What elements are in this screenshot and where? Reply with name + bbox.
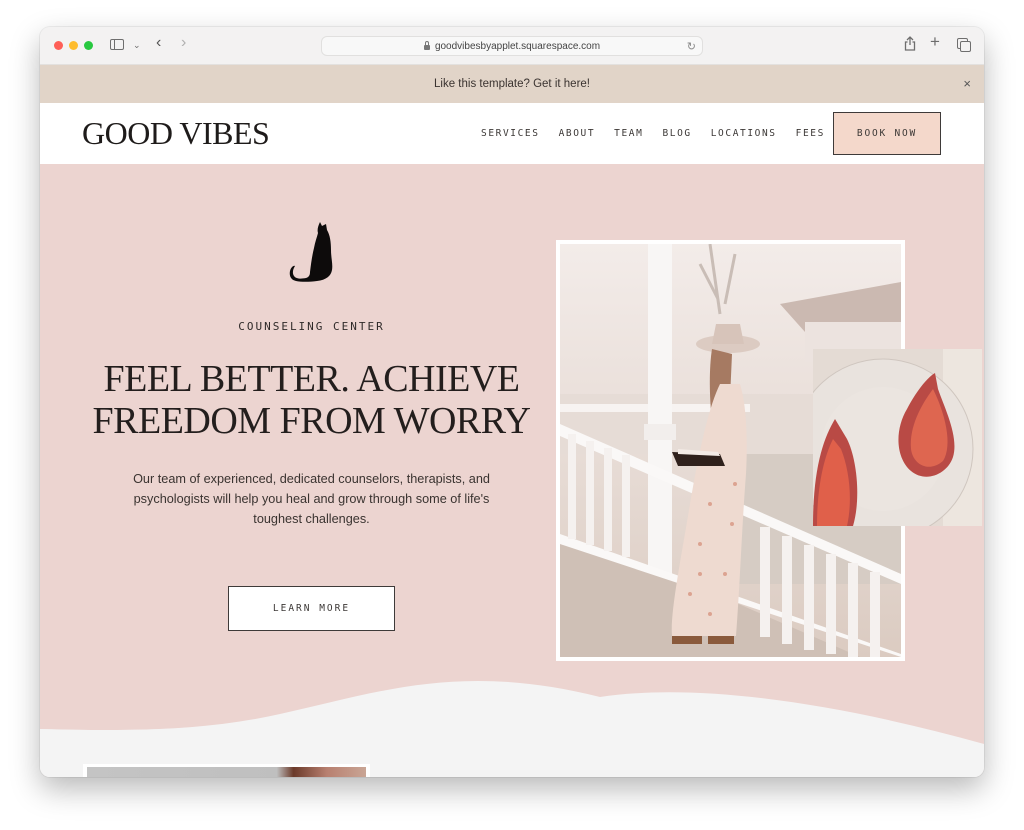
site-logo[interactable]: GOOD VIBES	[82, 115, 270, 152]
browser-toolbar: ⌄ ‹ › goodvibesbyapplet.squarespace.com …	[40, 27, 984, 65]
lock-icon	[423, 40, 430, 50]
wave-divider	[40, 680, 984, 777]
sidebar-toggle-icon[interactable]	[110, 39, 124, 50]
headline-line-2: FREEDOM FROM WORRY	[92, 400, 531, 442]
browser-window: ⌄ ‹ › goodvibesbyapplet.squarespace.com …	[40, 27, 984, 777]
hero-description: Our team of experienced, dedicated couns…	[133, 472, 490, 526]
headline-line-1: FEEL BETTER. ACHIEVE	[103, 358, 520, 400]
announcement-link[interactable]: Like this template? Get it here!	[434, 78, 590, 90]
figs-illustration	[813, 349, 982, 526]
back-icon[interactable]: ‹	[156, 35, 161, 51]
tab-overview-icon[interactable]	[957, 38, 971, 52]
main-nav: SERVICES ABOUT TEAM BLOG LOCATIONS FEES	[481, 103, 844, 164]
nav-team[interactable]: TEAM	[614, 128, 643, 139]
site-header: GOOD VIBES SERVICES ABOUT TEAM BLOG LOCA…	[40, 103, 984, 164]
share-icon[interactable]	[904, 36, 916, 53]
close-icon[interactable]: ×	[963, 76, 971, 91]
nav-blog[interactable]: BLOG	[662, 128, 691, 139]
forward-icon[interactable]: ›	[181, 35, 186, 51]
nav-services[interactable]: SERVICES	[481, 128, 540, 139]
hero-section: COUNSELING CENTER FEEL BETTER. ACHIEVE F…	[40, 164, 984, 777]
learn-more-button[interactable]: LEARN MORE	[228, 586, 395, 631]
nav-fees[interactable]: FEES	[796, 128, 825, 139]
announcement-bar: Like this template? Get it here! ×	[40, 65, 984, 103]
maximize-window-button[interactable]	[84, 41, 93, 50]
hero-photo-figs	[813, 349, 982, 526]
nav-locations[interactable]: LOCATIONS	[711, 128, 777, 139]
hero-headline: FEEL BETTER. ACHIEVE FREEDOM FROM WORRY	[40, 358, 583, 442]
close-window-button[interactable]	[54, 41, 63, 50]
next-section-image-card	[83, 764, 370, 777]
new-tab-icon[interactable]: +	[930, 33, 940, 50]
address-bar[interactable]: goodvibesbyapplet.squarespace.com ↻	[321, 36, 703, 56]
window-controls	[54, 41, 93, 50]
chevron-down-icon[interactable]: ⌄	[133, 38, 141, 52]
eyebrow-text: COUNSELING CENTER	[238, 320, 385, 333]
nav-about[interactable]: ABOUT	[559, 128, 596, 139]
cat-icon	[289, 222, 333, 282]
reload-icon[interactable]: ↻	[687, 40, 696, 53]
book-now-button[interactable]: BOOK NOW	[833, 112, 941, 155]
url-text: goodvibesbyapplet.squarespace.com	[434, 40, 601, 52]
minimize-window-button[interactable]	[69, 41, 78, 50]
